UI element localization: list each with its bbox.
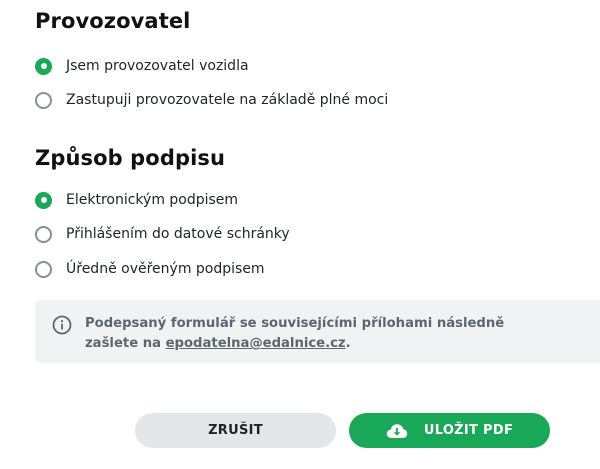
radio-label: Zastupuji provozovatele na základě plné … [66, 92, 389, 108]
signature-section-title: Způsob podpisu [35, 146, 226, 170]
info-text-after: . [345, 336, 351, 351]
radio-button-checked[interactable] [35, 191, 52, 209]
save-pdf-button[interactable]: ULOŽIT PDF [349, 413, 550, 448]
radio-button[interactable] [35, 91, 52, 109]
radio-operator-proxy[interactable]: Zastupuji provozovatele na základě plné … [35, 89, 388, 111]
info-text: Podepsaný formulář se souvisejícími příl… [85, 314, 555, 354]
radio-signature-electronic[interactable]: Elektronickým podpisem [35, 189, 238, 211]
radio-label: Přihlášením do datové schránky [66, 226, 290, 242]
radio-label: Jsem provozovatel vozidla [66, 58, 249, 74]
cancel-button[interactable]: ZRUŠIT [135, 413, 336, 448]
form-page: Provozovatel Jsem provozovatel vozidla Z… [0, 0, 600, 469]
radio-signature-data-box[interactable]: Přihlášením do datové schránky [35, 223, 290, 245]
radio-signature-certified[interactable]: Úředně ověřeným podpisem [35, 258, 265, 280]
operator-section-title: Provozovatel [35, 9, 191, 33]
info-notice: Podepsaný formulář se souvisejícími příl… [35, 300, 600, 363]
cancel-button-label: ZRUŠIT [208, 423, 263, 438]
email-link[interactable]: epodatelna@edalnice.cz [166, 336, 346, 351]
radio-button-checked[interactable] [35, 57, 52, 75]
info-icon [52, 315, 72, 335]
radio-operator-self[interactable]: Jsem provozovatel vozidla [35, 55, 249, 77]
radio-button[interactable] [35, 225, 52, 243]
radio-button[interactable] [35, 260, 52, 278]
radio-label: Úředně ověřeným podpisem [66, 261, 265, 277]
cloud-download-icon [386, 423, 408, 438]
save-pdf-button-label: ULOŽIT PDF [423, 423, 514, 438]
radio-label: Elektronickým podpisem [66, 192, 239, 208]
